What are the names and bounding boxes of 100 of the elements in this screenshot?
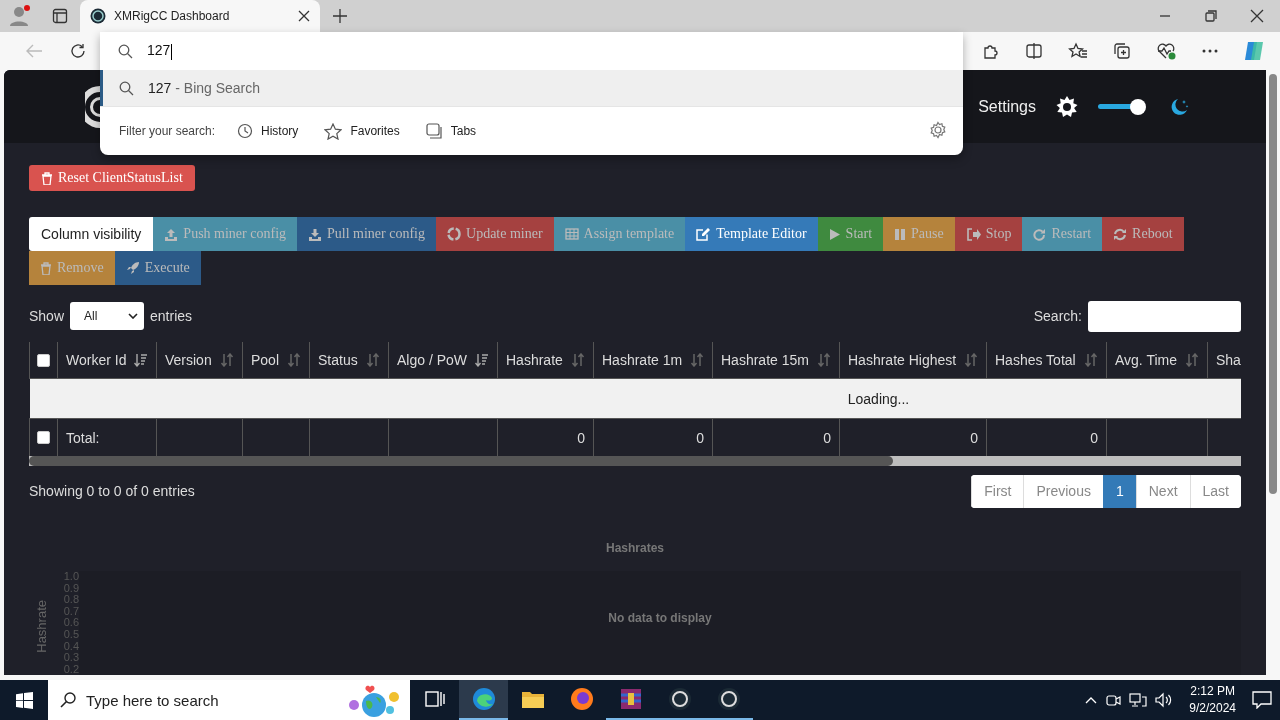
reset-button[interactable]: Reset ClientStatusList [29,165,195,191]
show-label: Show [29,308,65,324]
column-visibility-button[interactable]: Column visibility [29,217,154,251]
column-header[interactable]: Hashrate Highest [839,342,987,379]
edge-icon[interactable] [471,687,496,711]
trash-icon [41,171,53,185]
settings-icon[interactable] [929,120,947,139]
sign-out-icon [965,227,981,241]
chevron-down-icon [128,313,139,319]
search-suggestion[interactable]: 127 - Bing Search [100,70,963,106]
chart-title: Hashrates [606,541,664,555]
tabs-icon [425,123,443,139]
search-icon [118,43,133,59]
address-field[interactable]: 127 [100,32,963,70]
new-tab-icon[interactable] [332,8,348,24]
archive-icon[interactable] [618,687,643,711]
settings-link[interactable]: Settings [978,97,1036,116]
history-icon [237,123,254,139]
folder-icon[interactable] [520,689,545,709]
horizontal-scrollbar[interactable] [29,456,1241,466]
upload-icon [164,227,179,241]
meet-icon[interactable] [1105,692,1122,708]
entries-label: entries [150,308,193,324]
column-header[interactable]: Version [156,342,243,379]
filter-chip[interactable]: Tabs [421,120,481,142]
sort-icon[interactable] [1185,353,1199,367]
more-icon[interactable] [1201,48,1219,54]
loading-message: Loading... [29,378,1241,419]
sort-icon[interactable] [690,353,704,367]
column-header[interactable]: Pool [242,342,310,379]
column-header[interactable]: Hashrate 1m [593,342,713,379]
notifications-icon[interactable] [1252,691,1272,709]
chevron-up-icon[interactable] [1085,696,1098,704]
action-button[interactable]: Template Editor [685,217,818,251]
filter-label: Filter your search: [119,124,216,138]
column-header[interactable]: Algo / PoW [388,342,498,379]
column-header[interactable]: Avg. Time [1106,342,1208,379]
table-icon [564,228,579,240]
filter-chip[interactable]: History [233,120,303,142]
table-info: Showing 0 to 0 of 0 entries [29,483,195,499]
puzzle-icon[interactable] [981,42,999,60]
trash-icon [40,261,52,275]
download-icon [308,227,322,241]
profile-icon[interactable] [8,4,32,28]
search-icon [60,692,76,708]
sorted-icon[interactable] [475,353,489,367]
column-header[interactable]: Hashrate 15m [712,342,840,379]
network-icon[interactable] [1129,692,1148,708]
task-view-icon[interactable] [424,690,445,708]
no-data-message: No data to display [608,611,712,625]
xmrig-logo-icon [90,8,106,24]
axis-label: Hashrate [33,599,49,653]
sort-icon[interactable] [1084,353,1098,367]
search-field[interactable] [1088,300,1241,332]
close-icon[interactable] [298,10,310,22]
health-icon[interactable] [1156,42,1176,60]
column-header[interactable]: Worker Id [57,342,157,379]
sort-icon[interactable] [964,353,978,367]
taskbar-search-field[interactable]: Type here to search [48,680,410,720]
close-icon[interactable] [1250,9,1264,23]
sort-icon[interactable] [571,353,585,367]
search-label: Search: [1033,308,1082,324]
restore-icon[interactable] [1205,10,1217,22]
sort-icon[interactable] [287,353,301,367]
column-header[interactable]: Hashrate [497,342,594,379]
firefox-icon[interactable] [569,687,594,711]
play-icon [828,227,841,241]
sort-icon[interactable] [220,353,234,367]
pause-icon [894,227,907,241]
sort-icon[interactable] [817,353,831,367]
volume-icon[interactable] [1155,692,1174,708]
column-header[interactable]: Status [309,342,389,379]
recycle-icon [447,227,461,241]
edit-icon [696,227,712,241]
clock[interactable]: 2:12 PM 9/2/2024 [1181,683,1244,717]
tab-actions-icon[interactable] [52,8,68,24]
redo-icon [1033,227,1047,241]
time-label: 2:12 PM [1190,683,1235,700]
refresh-icon[interactable] [69,42,87,60]
copilot-icon[interactable] [1242,39,1266,63]
miner-app-icon[interactable] [716,687,741,711]
sorted-icon[interactable] [134,353,148,367]
page-button[interactable]: 1 [1102,474,1136,508]
refresh-icon [1113,227,1128,241]
collections-icon[interactable] [1113,42,1131,60]
logo-icon [85,84,100,129]
tab-title: XMRigCC Dashboard [114,9,231,23]
sun-icon [1056,95,1078,118]
entries-select[interactable]: All [70,302,145,330]
browser-tab[interactable]: XMRigCC Dashboard [80,0,320,32]
star-icon [324,122,343,140]
favorites-icon[interactable] [1068,42,1088,60]
miner-app-icon[interactable] [667,687,692,711]
sort-icon[interactable] [366,353,380,367]
filter-chip[interactable]: Favorites [320,119,404,143]
row-checkbox[interactable] [37,431,50,444]
windows-icon[interactable] [15,691,33,709]
split-screen-icon[interactable] [1025,42,1043,60]
column-header[interactable]: Hashes Total [986,342,1107,379]
select-all-checkbox[interactable] [37,353,50,367]
